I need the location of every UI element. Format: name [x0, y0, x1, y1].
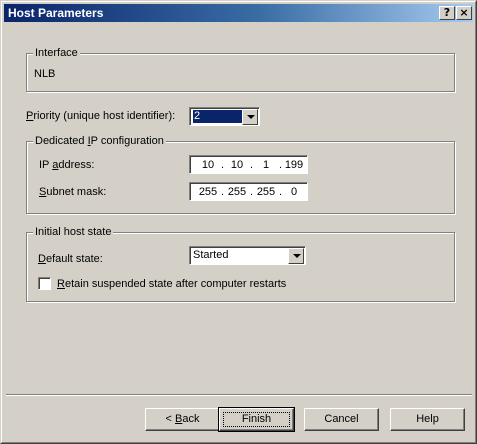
title-bar[interactable]: Host Parameters ? ×	[4, 4, 473, 22]
button-divider	[6, 394, 472, 396]
host-parameters-dialog: Host Parameters ? × Interface NLB Priori…	[0, 0, 477, 444]
cancel-button[interactable]: Cancel	[304, 408, 379, 431]
retain-suspended-checkbox[interactable]	[38, 277, 51, 290]
help-button[interactable]: Help	[390, 408, 465, 431]
priority-label: Priority (unique host identifier):	[26, 110, 176, 122]
dedicated-ip-group: Dedicated IP configuration IP address: S…	[26, 135, 455, 214]
interface-group-label: Interface	[33, 47, 80, 60]
initial-host-state-group-label: Initial host state	[33, 226, 114, 239]
interface-group: Interface NLB	[26, 47, 455, 92]
ip-separator: .	[250, 159, 254, 171]
dialog-title: Host Parameters	[8, 6, 104, 20]
default-state-label: Default state:	[38, 253, 103, 265]
ip-address-field[interactable]: 10 . 10 . 1 . 199	[189, 155, 308, 174]
priority-selected-value: 2	[192, 109, 243, 124]
interface-value: NLB	[34, 68, 56, 80]
subnet-mask-field[interactable]: 255 . 255 . 255 . 0	[189, 182, 308, 201]
dedicated-ip-group-label: Dedicated IP configuration	[33, 135, 166, 148]
chevron-down-icon	[247, 115, 255, 119]
initial-host-state-group: Initial host state Default state: Retain…	[26, 226, 455, 302]
back-button[interactable]: < Back	[145, 408, 220, 431]
subnet-octet-3[interactable]: 255	[254, 186, 278, 199]
default-state-dropdown-button[interactable]	[288, 248, 304, 264]
ip-separator: .	[221, 159, 225, 171]
focus-rect	[223, 412, 290, 427]
subnet-octet-2[interactable]: 255	[225, 186, 249, 199]
subnet-separator: .	[221, 186, 225, 198]
finish-button[interactable]: Finish	[218, 407, 295, 432]
priority-dropdown-button[interactable]	[242, 109, 258, 125]
help-icon[interactable]: ?	[439, 6, 455, 20]
ip-octet-3[interactable]: 1	[254, 159, 278, 172]
ip-address-label: IP address:	[39, 159, 95, 171]
close-icon[interactable]: ×	[456, 6, 472, 20]
chevron-down-icon	[293, 254, 301, 258]
subnet-octet-4[interactable]: 0	[282, 186, 306, 199]
ip-octet-1[interactable]: 10	[196, 159, 220, 172]
subnet-octet-1[interactable]: 255	[196, 186, 220, 199]
priority-dropdown[interactable]: 2	[189, 107, 260, 126]
subnet-separator: .	[250, 186, 254, 198]
default-state-dropdown[interactable]: Started	[189, 246, 306, 265]
ip-octet-4[interactable]: 199	[282, 159, 306, 172]
default-state-value: Started	[193, 249, 229, 261]
retain-suspended-label[interactable]: Retain suspended state after computer re…	[57, 278, 286, 291]
subnet-mask-label: Subnet mask:	[39, 186, 107, 198]
ip-octet-2[interactable]: 10	[225, 159, 249, 172]
